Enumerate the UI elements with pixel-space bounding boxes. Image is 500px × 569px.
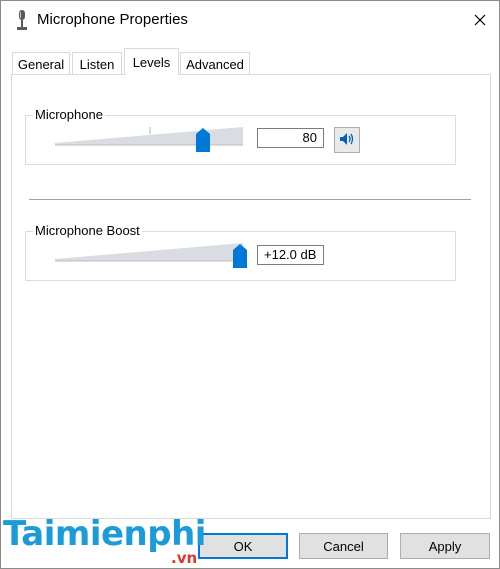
slider-track [55, 243, 243, 262]
tab-label: General [17, 56, 65, 72]
tab-levels[interactable]: Levels [124, 48, 179, 75]
microphone-icon [17, 10, 27, 32]
apply-button-label: Apply [428, 538, 462, 554]
tab-listen[interactable]: Listen [72, 52, 122, 74]
tab-advanced[interactable]: Advanced [180, 52, 250, 74]
cancel-button[interactable]: Cancel [299, 533, 388, 559]
ok-button-label: OK [233, 538, 253, 554]
watermark-domain: .vn [171, 549, 198, 567]
apply-button[interactable]: Apply [400, 533, 490, 559]
slider-thumb[interactable] [196, 128, 210, 152]
tab-label: Levels [132, 55, 171, 70]
cancel-button-label: Cancel [323, 538, 364, 554]
slider-track [55, 127, 243, 146]
microphone-group-label: Microphone [33, 107, 105, 122]
speaker-icon [339, 132, 355, 149]
boost-level-value[interactable]: +12.0 dB [257, 245, 324, 265]
separator [29, 199, 471, 200]
boost-level-slider[interactable] [55, 241, 255, 271]
microphone-level-slider[interactable] [55, 125, 245, 155]
tab-general[interactable]: General [12, 52, 70, 74]
tab-label: Listen [79, 56, 115, 72]
slider-thumb[interactable] [233, 244, 247, 268]
title-bar[interactable]: Microphone Properties [1, 1, 499, 39]
tab-label: Advanced [186, 56, 244, 72]
watermark-logo: Taimienphi [3, 514, 206, 554]
close-icon [474, 14, 486, 29]
mute-button[interactable] [334, 127, 360, 153]
close-button[interactable] [463, 7, 497, 35]
boost-group-label: Microphone Boost [33, 223, 142, 238]
ok-button[interactable]: OK [198, 533, 288, 559]
window-title: Microphone Properties [37, 11, 188, 28]
properties-dialog: Microphone Properties General Listen Lev… [0, 0, 500, 569]
microphone-level-value[interactable]: 80 [257, 128, 324, 148]
